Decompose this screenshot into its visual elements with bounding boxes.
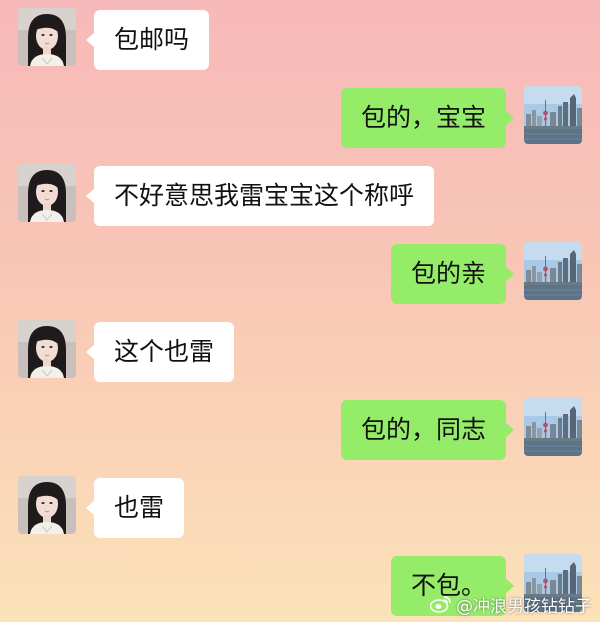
city-skyline-avatar[interactable] <box>524 398 582 456</box>
message-row: 这个也雷 <box>0 314 600 382</box>
woman-portrait-avatar[interactable] <box>18 164 76 222</box>
outgoing-message-bubble[interactable]: 包的，同志 <box>340 400 515 460</box>
weibo-icon <box>430 595 452 613</box>
outgoing-message-bubble[interactable]: 包的，宝宝 <box>340 88 515 148</box>
city-skyline-avatar[interactable] <box>524 242 582 300</box>
woman-portrait-avatar[interactable] <box>18 8 76 66</box>
message-row: 也雷 <box>0 470 600 538</box>
message-row: 包的，同志 <box>0 392 600 460</box>
incoming-message-bubble[interactable]: 也雷 <box>85 478 185 538</box>
watermark-text: @冲浪男孩钻钻子 <box>456 596 592 617</box>
message-row: 包邮吗 <box>0 2 600 70</box>
woman-portrait-avatar[interactable] <box>18 320 76 378</box>
message-row: 包的亲 <box>0 236 600 304</box>
incoming-message-bubble[interactable]: 不好意思我雷宝宝这个称呼 <box>85 166 435 226</box>
message-row: 包的，宝宝 <box>0 80 600 148</box>
woman-portrait-avatar[interactable] <box>18 476 76 534</box>
incoming-message-bubble[interactable]: 包邮吗 <box>85 10 210 70</box>
incoming-message-bubble[interactable]: 这个也雷 <box>85 322 235 382</box>
weibo-watermark: @冲浪男孩钻钻子 <box>430 590 592 618</box>
outgoing-message-bubble[interactable]: 包的亲 <box>390 244 515 304</box>
message-row: 不好意思我雷宝宝这个称呼 <box>0 158 600 226</box>
city-skyline-avatar[interactable] <box>524 86 582 144</box>
